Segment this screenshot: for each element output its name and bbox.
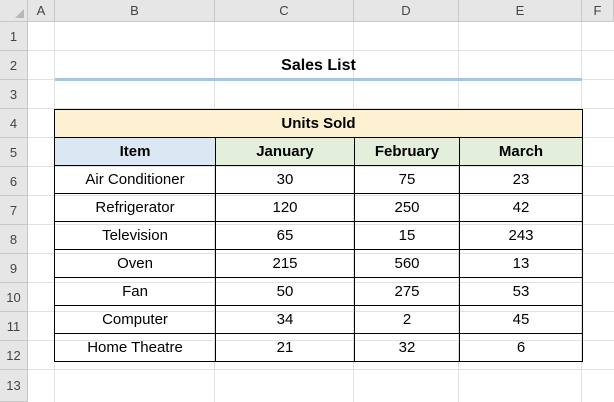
table-cell[interactable]: Refrigerator — [54, 193, 216, 222]
table-cell[interactable]: 45 — [459, 305, 583, 334]
table-cell[interactable]: Oven — [54, 249, 216, 278]
row-header-7[interactable]: 7 — [0, 196, 28, 225]
row-header-10[interactable]: 10 — [0, 283, 28, 312]
row-header-3[interactable]: 3 — [0, 80, 28, 109]
table-cell[interactable]: 50 — [215, 277, 355, 306]
header-cell-item[interactable]: Item — [54, 137, 216, 166]
table-cell[interactable]: 34 — [215, 305, 355, 334]
table-row: Fan 50 275 53 — [54, 277, 583, 306]
column-header-a[interactable]: A — [28, 0, 55, 22]
column-header-b[interactable]: B — [55, 0, 215, 22]
table-row: Computer 34 2 45 — [54, 305, 583, 334]
table-cell[interactable]: 120 — [215, 193, 355, 222]
table-cell[interactable]: 13 — [459, 249, 583, 278]
table-cell[interactable]: 275 — [354, 277, 460, 306]
gridline — [28, 369, 614, 370]
table-row: Home Theatre 21 32 6 — [54, 333, 583, 362]
sales-table: Units Sold Item January February March A… — [54, 109, 583, 362]
table-row: Air Conditioner 30 75 23 — [54, 165, 583, 194]
select-all-corner[interactable] — [0, 0, 28, 22]
row-header-4[interactable]: 4 — [0, 109, 28, 138]
table-cell[interactable]: 75 — [354, 165, 460, 194]
table-cell[interactable]: 2 — [354, 305, 460, 334]
row-header-12[interactable]: 12 — [0, 341, 28, 370]
header-cell-january[interactable]: January — [215, 137, 355, 166]
table-group-header-row: Units Sold — [54, 109, 583, 138]
table-cell[interactable]: 15 — [354, 221, 460, 250]
table-cell[interactable]: 53 — [459, 277, 583, 306]
column-header-e[interactable]: E — [459, 0, 582, 22]
row-header-1[interactable]: 1 — [0, 22, 28, 51]
table-cell[interactable]: 243 — [459, 221, 583, 250]
table-header-row: Item January February March — [54, 137, 583, 166]
row-header-6[interactable]: 6 — [0, 167, 28, 196]
table-cell[interactable]: 215 — [215, 249, 355, 278]
sheet-title-cell[interactable]: Sales List — [55, 51, 582, 80]
row-header-9[interactable]: 9 — [0, 254, 28, 283]
row-header-8[interactable]: 8 — [0, 225, 28, 254]
table-row: Television 65 15 243 — [54, 221, 583, 250]
table-cell[interactable]: Home Theatre — [54, 333, 216, 362]
table-row: Refrigerator 120 250 42 — [54, 193, 583, 222]
header-cell-march[interactable]: March — [459, 137, 583, 166]
row-header-11[interactable]: 11 — [0, 312, 28, 341]
table-cell[interactable]: 560 — [354, 249, 460, 278]
table-cell[interactable]: Fan — [54, 277, 216, 306]
select-all-triangle-icon — [15, 9, 24, 18]
units-sold-header-cell[interactable]: Units Sold — [54, 109, 583, 138]
table-row: Oven 215 560 13 — [54, 249, 583, 278]
row-header-5[interactable]: 5 — [0, 138, 28, 167]
table-cell[interactable]: 65 — [215, 221, 355, 250]
table-cell[interactable]: 6 — [459, 333, 583, 362]
table-cell[interactable]: 21 — [215, 333, 355, 362]
table-cell[interactable]: 30 — [215, 165, 355, 194]
table-cell[interactable]: 23 — [459, 165, 583, 194]
row-header-13[interactable]: 13 — [0, 370, 28, 402]
table-cell[interactable]: 250 — [354, 193, 460, 222]
table-cell[interactable]: Air Conditioner — [54, 165, 216, 194]
table-cell[interactable]: Computer — [54, 305, 216, 334]
table-cell[interactable]: 32 — [354, 333, 460, 362]
row-header-2[interactable]: 2 — [0, 51, 28, 80]
table-cell[interactable]: 42 — [459, 193, 583, 222]
column-header-f[interactable]: F — [582, 0, 614, 22]
spreadsheet-grid[interactable]: A B C D E F 1 2 3 4 5 6 7 8 9 10 11 12 1… — [0, 0, 614, 402]
header-cell-february[interactable]: February — [354, 137, 460, 166]
column-header-d[interactable]: D — [354, 0, 459, 22]
column-header-c[interactable]: C — [215, 0, 354, 22]
table-cell[interactable]: Television — [54, 221, 216, 250]
title-underline — [55, 78, 582, 81]
